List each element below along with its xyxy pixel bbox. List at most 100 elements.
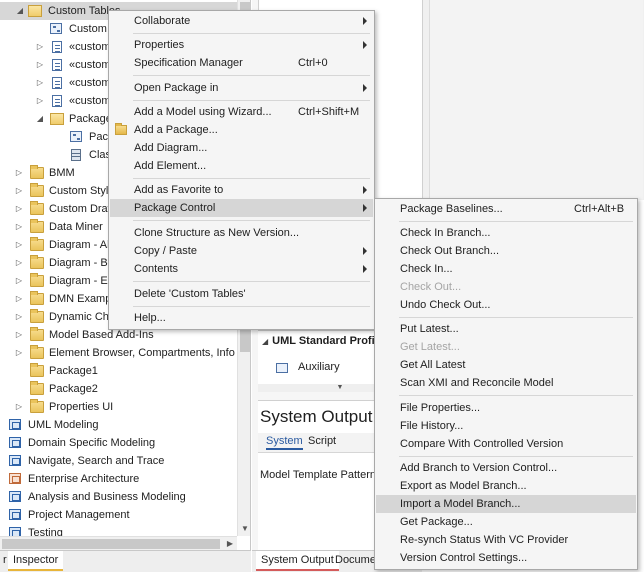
menu-item-import-model-branch[interactable]: Import a Model Branch... [376,495,636,513]
package-icon [30,219,44,233]
package-icon [30,201,44,215]
menu-item-undo-check-out[interactable]: Undo Check Out... [376,296,636,314]
menu-separator [399,456,633,457]
menu-separator [133,75,370,76]
tree-item[interactable]: Domain Specific Modeling [0,434,237,452]
menu-item-get-latest[interactable]: Get Latest... [376,338,636,356]
menu-item-add-as-favorite[interactable]: Add as Favorite to [110,181,373,199]
menu-item-check-out-branch[interactable]: Check Out Branch... [376,242,636,260]
package-icon [30,183,44,197]
collapse-icon: ◢ [262,337,269,346]
tree-horizontal-scrollbar[interactable]: ▶ [0,536,237,550]
expand-icon[interactable]: ▷ [15,398,23,416]
expand-icon[interactable]: ▷ [15,326,23,344]
scrollbar-thumb[interactable] [2,539,220,549]
menu-item-put-latest[interactable]: Put Latest... [376,320,636,338]
menu-item-file-properties[interactable]: File Properties... [376,399,636,417]
panel-title: System Output [260,407,373,426]
menu-item-check-in[interactable]: Check In... [376,260,636,278]
package-icon [30,381,44,395]
tree-item[interactable]: Package1 [0,362,237,380]
menu-item-collaborate[interactable]: Collaborate [110,12,373,30]
menu-separator [399,221,633,222]
menu-item-clone-structure[interactable]: Clone Structure as New Version... [110,224,373,242]
menu-item-check-out[interactable]: Check Out... [376,278,636,296]
menu-item-scan-xmi[interactable]: Scan XMI and Reconcile Model [376,374,636,392]
toolbox-header[interactable]: ◢ UML Standard Profile [262,335,384,347]
menu-item-add-element[interactable]: Add Element... [110,157,373,175]
submenu-arrow-icon [363,247,367,255]
package-icon [30,165,44,179]
tree-item[interactable]: Package2 [0,380,237,398]
tree-item[interactable]: Navigate, Search and Trace [0,452,237,470]
package-icon [30,291,44,305]
model-icon [9,473,21,484]
menu-item-properties[interactable]: Properties [110,36,373,54]
menu-item-get-package[interactable]: Get Package... [376,513,636,531]
document-icon [52,77,62,89]
tab-system[interactable]: System [266,435,303,450]
tab-inspector[interactable]: Inspector [8,551,64,571]
document-icon [52,41,62,53]
submenu-arrow-icon [363,186,367,194]
tree-item[interactable]: Project Management [0,506,237,524]
document-icon [52,59,62,71]
submenu-arrow-icon [363,41,367,49]
menu-item-package-baselines[interactable]: Package Baselines... Ctrl+Alt+B [376,200,636,218]
menu-item-open-package-in[interactable]: Open Package in [110,79,373,97]
tree-item[interactable]: Analysis and Business Modeling [0,488,237,506]
tree-item[interactable]: ▷ Properties UI [0,398,237,416]
tree-item[interactable]: Enterprise Architecture [0,470,237,488]
menu-item-version-control-settings[interactable]: Version Control Settings... [376,549,636,567]
expand-icon[interactable]: ▷ [15,272,23,290]
model-icon [9,419,21,430]
menu-item-file-history[interactable]: File History... [376,417,636,435]
expand-icon[interactable]: ▷ [15,344,23,362]
scroll-down-icon[interactable]: ▼ [238,522,250,536]
auxiliary-icon [276,363,288,373]
expand-icon[interactable]: ▷ [15,290,23,308]
menu-item-add-branch[interactable]: Add Branch to Version Control... [376,459,636,477]
expand-icon[interactable]: ▷ [36,92,44,110]
menu-item-package-control[interactable]: Package Control [110,199,373,217]
tree-item[interactable]: UML Modeling [0,416,237,434]
model-icon [9,509,21,520]
menu-item-contents[interactable]: Contents [110,260,373,278]
expand-icon[interactable]: ▷ [15,164,23,182]
expand-icon[interactable]: ▷ [15,200,23,218]
menu-item-copy-paste[interactable]: Copy / Paste [110,242,373,260]
model-icon [9,437,21,448]
expand-icon[interactable]: ▷ [15,254,23,272]
menu-item-specification-manager[interactable]: Specification Manager Ctrl+0 [110,54,373,72]
menu-item-resynch-status[interactable]: Re-synch Status With VC Provider [376,531,636,549]
tab-system-output[interactable]: System Output [256,551,339,571]
scroll-right-icon[interactable]: ▶ [223,537,237,550]
expand-icon[interactable]: ▷ [36,74,44,92]
menu-item-help[interactable]: Help... [110,309,373,327]
package-icon [30,273,44,287]
expand-icon[interactable]: ▷ [36,38,44,56]
diagram-icon [50,23,62,34]
expand-icon[interactable]: ▷ [15,308,23,326]
menu-item-add-model-wizard[interactable]: Add a Model using Wizard... Ctrl+Shift+M [110,103,373,121]
collapse-icon[interactable]: ◢ [36,110,44,128]
menu-item-export-model-branch[interactable]: Export as Model Branch... [376,477,636,495]
tab-script[interactable]: Script [308,435,336,447]
submenu-arrow-icon [363,204,367,212]
menu-separator [133,178,370,179]
expand-icon[interactable]: ▷ [15,182,23,200]
menu-item-delete[interactable]: Delete 'Custom Tables' [110,285,373,303]
menu-item-check-in-branch[interactable]: Check In Branch... [376,224,636,242]
collapse-icon[interactable]: ◢ [16,2,24,20]
menu-item-compare-controlled-version[interactable]: Compare With Controlled Version [376,435,636,453]
tree-item[interactable]: ▷ Element Browser, Compartments, Info V [0,344,245,362]
package-icon [30,363,44,377]
expand-icon[interactable]: ▷ [36,56,44,74]
menu-item-get-all-latest[interactable]: Get All Latest [376,356,636,374]
left-bottom-tabs: r Inspector [0,550,251,572]
menu-item-add-package[interactable]: Add a Package... [110,121,373,139]
package-icon [30,237,44,251]
expand-icon[interactable]: ▷ [15,218,23,236]
menu-item-add-diagram[interactable]: Add Diagram... [110,139,373,157]
expand-icon[interactable]: ▷ [15,236,23,254]
